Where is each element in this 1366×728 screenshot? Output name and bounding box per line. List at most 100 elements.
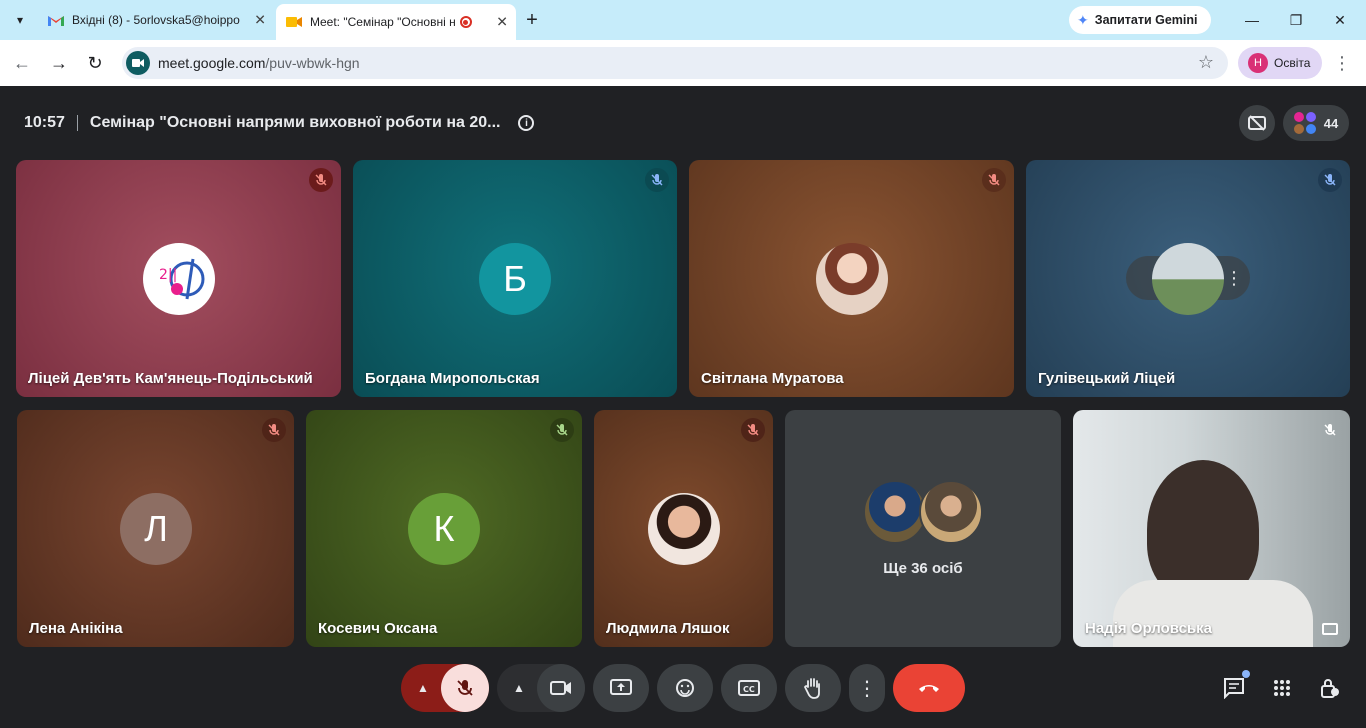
meet-icon [286,14,302,30]
avatar: 2|| [143,243,215,315]
more-options-icon[interactable]: ⋮ [1225,268,1243,289]
avatar: Б [479,243,551,315]
mic-off-icon [550,418,574,442]
captions-button[interactable]: CC [721,664,777,712]
notification-dot [1242,670,1250,678]
tab-strip: ▾ Вхідні (8) - 5orlovska5@hoippo ✕ Meet:… [0,0,1366,40]
recording-icon [459,16,472,28]
participant-tile[interactable]: 2|| Ліцей Дев'ять Кам'янець-Подільський [16,160,341,397]
participant-tile[interactable]: ⋮ Гулівецький Ліцей [1026,160,1350,397]
camera-icon [550,681,571,695]
close-icon[interactable]: ✕ [254,12,266,29]
avatar [863,480,927,544]
avatar: К [408,493,480,565]
toolbar: ← → ↻ meet.google.com/puv-wbwk-hgn ☆ Н О… [0,40,1366,86]
mic-off-icon [1318,418,1342,442]
ask-gemini-button[interactable]: ✦ Запитати Gemini [1069,6,1211,34]
captions-off-button[interactable] [1239,105,1275,141]
meeting-time: 10:57 [24,114,65,131]
apps-grid-icon [1274,680,1290,696]
participant-tile[interactable]: Л Лена Анікіна [17,410,294,647]
divider [76,115,78,131]
mic-off-icon [262,418,286,442]
participant-tile[interactable]: Людмила Ляшок [594,410,773,647]
activities-button[interactable] [1270,676,1294,700]
raise-hand-button[interactable] [785,664,841,712]
participant-name: Надія Орловська [1085,620,1212,637]
emoji-icon [676,679,694,697]
closed-captions-icon: CC [738,680,760,696]
meeting-header: 10:57 Семінар "Основні напрями виховної … [24,114,535,132]
picture-in-picture-icon[interactable] [1322,623,1338,635]
mic-off-icon [457,680,473,696]
more-participants-label: Ще 36 осіб [883,560,963,577]
host-controls-button[interactable] [1318,676,1342,700]
avatar [648,493,720,565]
video-feed [1147,460,1259,600]
hand-icon [803,678,820,699]
more-options-button[interactable]: ⋮ [849,664,885,712]
forward-button[interactable]: → [47,51,71,75]
site-info-icon[interactable] [126,51,150,75]
participant-name: Світлана Муратова [701,370,844,387]
chat-button[interactable] [1222,670,1250,700]
participant-name: Ліцей Дев'ять Кам'янець-Подільський [28,370,313,387]
gemini-icon: ✦ [1077,11,1089,28]
avatar: Н [1248,53,1268,73]
browser-menu-icon[interactable]: ⋮ [1330,51,1354,75]
mic-off-icon [645,168,669,192]
avatar [816,243,888,315]
participant-name: Косевич Оксана [318,620,438,637]
tab-gmail[interactable]: Вхідні (8) - 5orlovska5@hoippo ✕ [38,6,274,34]
new-tab-button[interactable]: + [520,8,544,32]
participant-tile[interactable]: Світлана Муратова [689,160,1014,397]
chat-icon [1224,678,1244,699]
video-options-chevron-icon[interactable]: ▲ [497,664,541,712]
avatar: Л [120,493,192,565]
back-button[interactable]: ← [10,51,34,75]
bookmark-star-icon[interactable]: ☆ [1198,52,1214,73]
mic-off-icon [309,168,333,192]
participant-count: 44 [1323,115,1339,131]
mic-off-icon [982,168,1006,192]
info-icon[interactable]: i [518,115,535,131]
more-participants-tile[interactable]: Ще 36 осіб [785,410,1061,647]
lock-person-icon [1321,679,1339,698]
meet-area: 10:57 Семінар "Основні напрями виховної … [0,86,1366,728]
participant-name: Людмила Ляшок [606,620,730,637]
window-close-icon[interactable]: ✕ [1328,8,1352,32]
participant-tile[interactable]: Б Богдана Миропольская [353,160,677,397]
audio-options-chevron-icon[interactable]: ▲ [401,664,445,712]
participant-name: Богдана Миропольская [365,370,540,387]
camera-button-group: ▲ [497,664,585,712]
avatar [1152,243,1224,315]
participant-tile[interactable]: К Косевич Оксана [306,410,582,647]
tab-meet-label: Meet: "Семінар "Основні н [310,15,456,29]
profile-name: Освіта [1274,56,1311,70]
participant-name: Лена Анікіна [29,620,123,637]
camera-toggle-button[interactable] [537,664,585,712]
tab-search-dropdown[interactable]: ▾ [8,8,32,32]
hang-up-icon [919,685,939,692]
address-bar[interactable]: meet.google.com/puv-wbwk-hgn ☆ [122,47,1228,79]
leave-call-button[interactable] [893,664,965,712]
mic-off-icon [741,418,765,442]
people-button[interactable]: 44 [1283,105,1349,141]
tab-gmail-label: Вхідні (8) - 5orlovska5@hoippo [72,13,240,27]
more-vert-icon: ⋮ [857,677,877,700]
present-screen-button[interactable] [593,664,649,712]
mic-toggle-button[interactable] [441,664,489,712]
profile-button[interactable]: Н Освіта [1238,47,1322,79]
reactions-button[interactable] [657,664,713,712]
reload-button[interactable]: ↻ [83,51,107,75]
self-view-tile[interactable]: Надія Орловська [1073,410,1350,647]
close-icon[interactable]: ✕ [496,14,508,31]
present-icon [610,679,632,695]
gmail-icon [48,12,64,28]
minimize-icon[interactable]: — [1240,8,1264,32]
ask-gemini-label: Запитати Gemini [1094,13,1198,27]
svg-text:2||: 2|| [159,267,177,283]
mic-button-group: ▲ [401,664,489,712]
tab-meet[interactable]: Meet: "Семінар "Основні н ✕ [276,4,516,40]
restore-icon[interactable]: ❐ [1284,8,1308,32]
